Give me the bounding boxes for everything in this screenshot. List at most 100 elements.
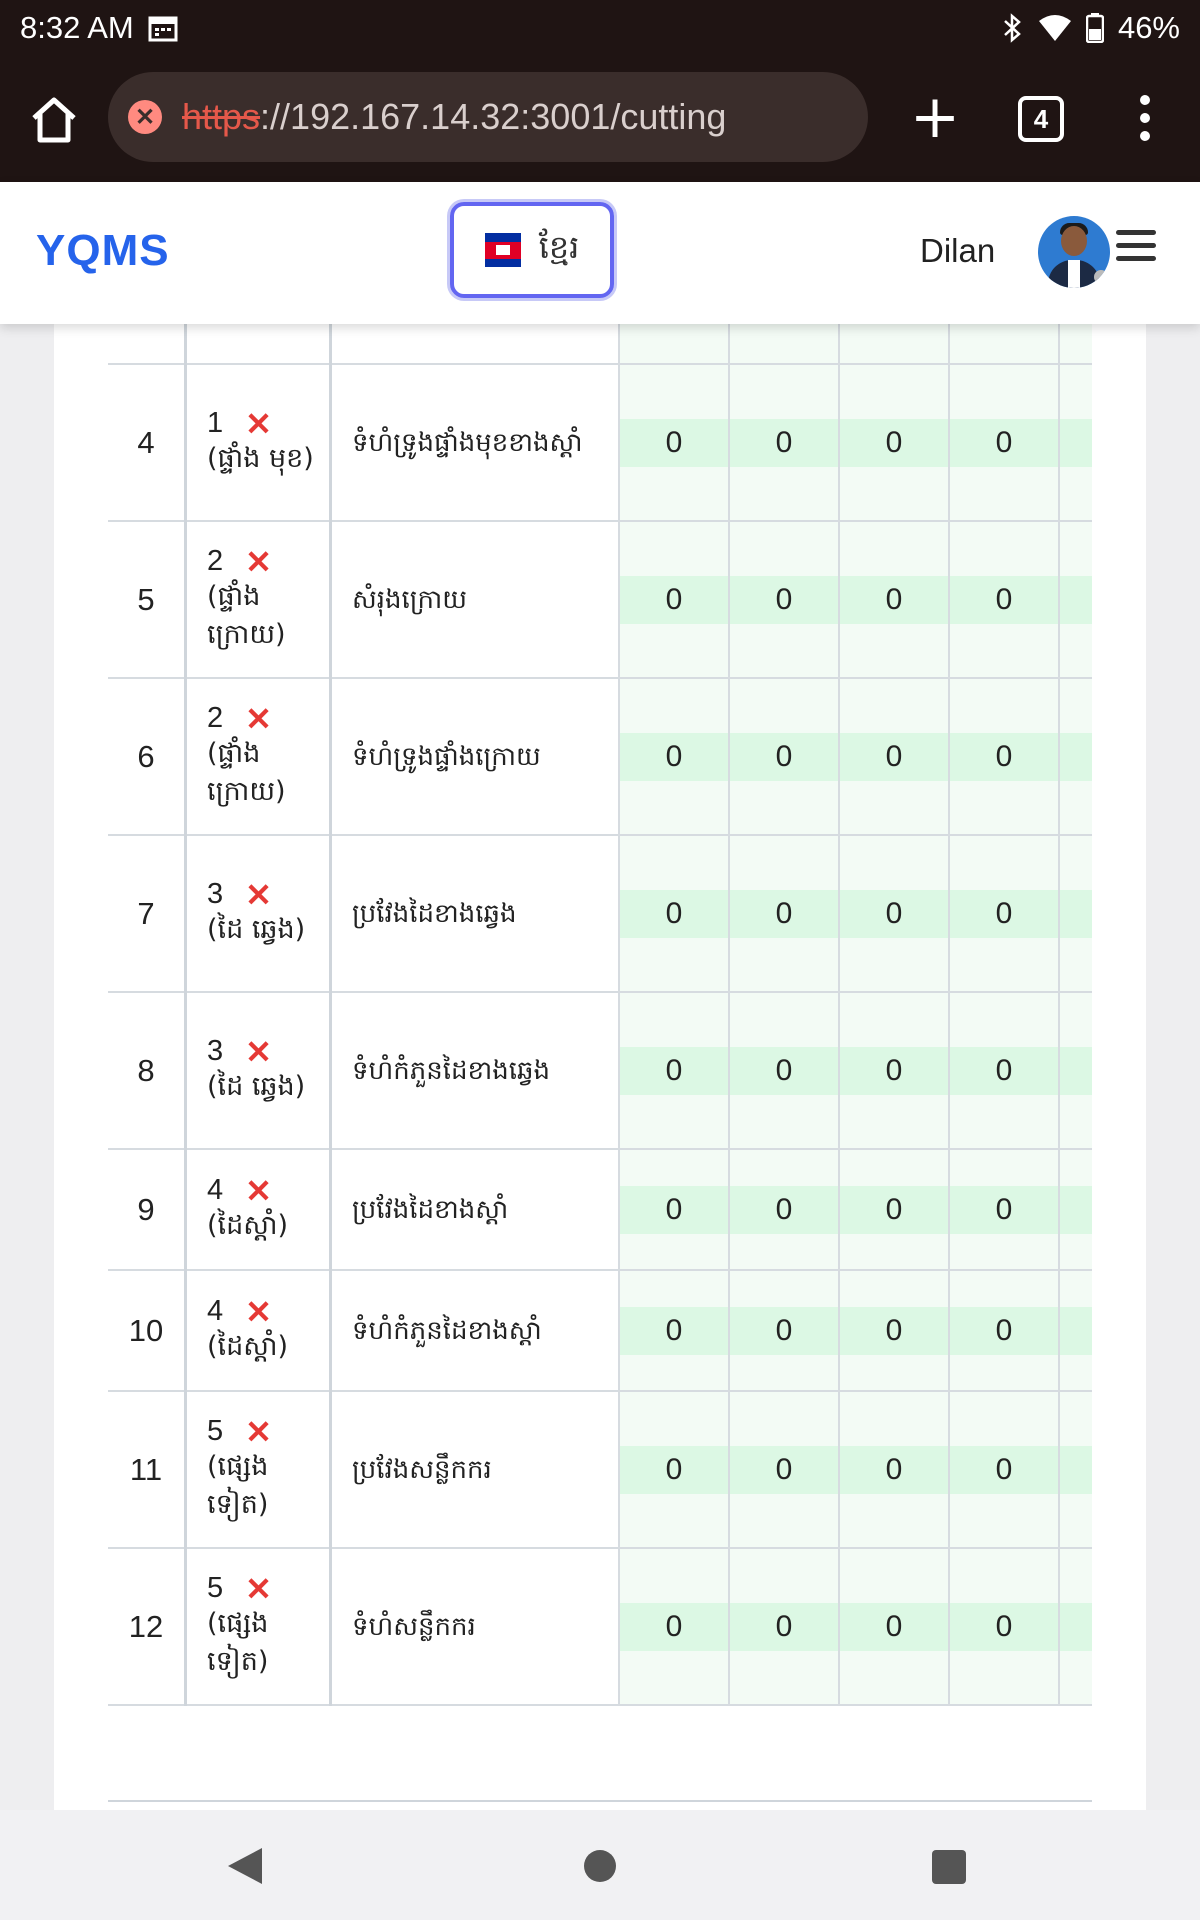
value-input[interactable]: 0 (620, 418, 728, 467)
value-cell[interactable]: 0 (839, 678, 950, 836)
value-input[interactable]: 0 (840, 1046, 948, 1095)
value-cell[interactable]: 0 (949, 1270, 1060, 1392)
value-cell[interactable]: 0 (729, 1270, 840, 1392)
value-input[interactable]: 0 (1060, 1602, 1092, 1651)
value-input[interactable]: 0 (730, 1445, 838, 1494)
brand-logo[interactable]: YQMS (36, 226, 170, 276)
remove-icon[interactable]: ✕ (245, 1036, 272, 1068)
value-input[interactable]: 0 (1060, 889, 1092, 938)
value-input[interactable]: 0 (620, 1046, 728, 1095)
tab-switcher-button[interactable]: 4 (1018, 96, 1064, 142)
value-cell[interactable]: 0 (839, 521, 950, 679)
value-cell[interactable]: 0 (729, 324, 840, 365)
value-input[interactable]: 0 (620, 1185, 728, 1234)
value-input[interactable]: 0 (730, 1046, 838, 1095)
remove-icon[interactable]: ✕ (245, 703, 272, 735)
remove-icon[interactable]: ✕ (245, 1175, 272, 1207)
value-input[interactable]: 0 (730, 418, 838, 467)
value-cell[interactable]: 0 (619, 324, 730, 365)
value-input[interactable]: 0 (840, 1445, 948, 1494)
value-cell[interactable]: 0 (619, 835, 730, 993)
value-input[interactable]: 0 (730, 1185, 838, 1234)
recents-icon[interactable] (932, 1850, 966, 1884)
value-cell[interactable]: 0 (949, 1149, 1060, 1271)
value-input[interactable]: 0 (1060, 418, 1092, 467)
value-cell[interactable]: 0 (949, 992, 1060, 1150)
value-input[interactable]: 0 (950, 1046, 1058, 1095)
value-input[interactable]: 0 (840, 1185, 948, 1234)
value-input[interactable]: 0 (1060, 732, 1092, 781)
remove-icon[interactable]: ✕ (245, 1296, 272, 1328)
value-input[interactable]: 0 (620, 1445, 728, 1494)
value-cell[interactable]: 0 (1059, 1391, 1092, 1549)
value-cell[interactable]: 0 (1059, 364, 1092, 522)
measurement-table-viewport[interactable]: 3 1 ✕ (ផ្ទាំង មុខ)សរុងខ្លួនមុខខាងស្តាំ00… (108, 324, 1092, 1748)
value-cell[interactable]: 0 (619, 521, 730, 679)
new-tab-icon[interactable]: + (900, 82, 970, 152)
value-cell[interactable]: 0 (1059, 992, 1092, 1150)
value-cell[interactable]: 0 (1059, 324, 1092, 365)
value-input[interactable]: 0 (730, 889, 838, 938)
value-cell[interactable]: 0 (839, 1270, 950, 1392)
value-cell[interactable]: 0 (619, 678, 730, 836)
value-input[interactable]: 0 (620, 889, 728, 938)
value-cell[interactable]: 0 (949, 521, 1060, 679)
value-input[interactable]: 0 (1060, 1185, 1092, 1234)
value-cell[interactable]: 0 (729, 1391, 840, 1549)
value-input[interactable]: 0 (1060, 1306, 1092, 1355)
language-switch-button[interactable]: ខ្មែរ (450, 202, 614, 298)
hamburger-menu-icon[interactable] (1116, 230, 1156, 262)
value-cell[interactable]: 0 (729, 364, 840, 522)
home-circle-icon[interactable] (584, 1850, 616, 1882)
value-cell[interactable]: 0 (619, 364, 730, 522)
home-icon[interactable] (26, 92, 82, 148)
remove-icon[interactable]: ✕ (245, 1416, 272, 1448)
value-input[interactable]: 0 (620, 732, 728, 781)
insecure-warning-icon[interactable]: ✕ (128, 100, 162, 134)
value-input[interactable]: 0 (1060, 1046, 1092, 1095)
value-input[interactable]: 0 (950, 418, 1058, 467)
value-cell[interactable]: 0 (1059, 678, 1092, 836)
value-input[interactable]: 0 (620, 1602, 728, 1651)
value-input[interactable]: 0 (730, 1306, 838, 1355)
value-cell[interactable]: 0 (619, 1270, 730, 1392)
value-cell[interactable]: 0 (839, 1391, 950, 1549)
value-cell[interactable]: 0 (949, 1391, 1060, 1549)
value-cell[interactable]: 0 (729, 678, 840, 836)
back-icon[interactable] (228, 1848, 262, 1884)
value-input[interactable]: 0 (840, 418, 948, 467)
value-cell[interactable]: 0 (949, 1548, 1060, 1706)
value-input[interactable]: 0 (730, 575, 838, 624)
value-cell[interactable]: 0 (729, 1149, 840, 1271)
value-cell[interactable]: 0 (839, 1548, 950, 1706)
value-cell[interactable]: 0 (729, 521, 840, 679)
value-cell[interactable]: 0 (729, 1548, 840, 1706)
value-input[interactable]: 0 (950, 1185, 1058, 1234)
value-cell[interactable]: 0 (1059, 521, 1092, 679)
value-input[interactable]: 0 (1060, 575, 1092, 624)
remove-icon[interactable]: ✕ (245, 1573, 272, 1605)
value-cell[interactable]: 0 (1059, 1548, 1092, 1706)
value-input[interactable]: 0 (950, 889, 1058, 938)
value-cell[interactable]: 0 (839, 324, 950, 365)
value-cell[interactable]: 0 (949, 678, 1060, 836)
value-cell[interactable]: 0 (839, 835, 950, 993)
remove-icon[interactable]: ✕ (245, 879, 272, 911)
remove-icon[interactable]: ✕ (245, 408, 272, 440)
value-input[interactable]: 0 (950, 1445, 1058, 1494)
value-cell[interactable]: 0 (619, 1149, 730, 1271)
remove-icon[interactable]: ✕ (245, 546, 272, 578)
value-cell[interactable]: 0 (619, 1391, 730, 1549)
value-cell[interactable]: 0 (729, 992, 840, 1150)
value-cell[interactable]: 0 (949, 324, 1060, 365)
value-input[interactable]: 0 (950, 732, 1058, 781)
value-cell[interactable]: 0 (1059, 835, 1092, 993)
value-input[interactable]: 0 (950, 1306, 1058, 1355)
value-cell[interactable]: 0 (839, 992, 950, 1150)
value-cell[interactable]: 0 (619, 1548, 730, 1706)
address-bar[interactable]: ✕ https://192.167.14.32:3001/cutting (108, 72, 868, 162)
value-cell[interactable]: 0 (839, 1149, 950, 1271)
value-input[interactable]: 0 (620, 1306, 728, 1355)
value-input[interactable]: 0 (840, 1602, 948, 1651)
value-input[interactable]: 0 (620, 575, 728, 624)
